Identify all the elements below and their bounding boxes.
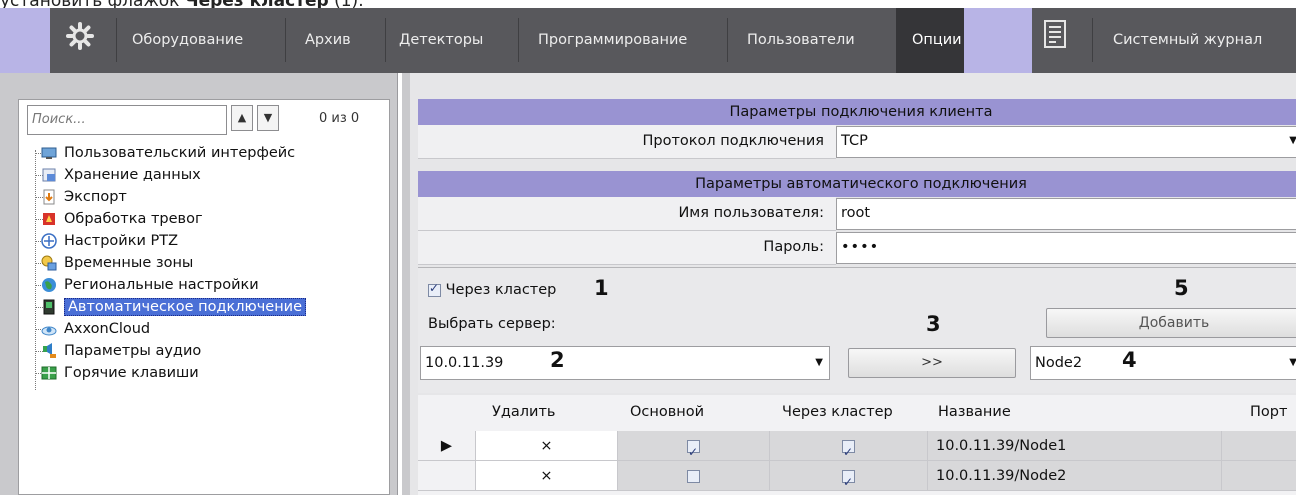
main-checkbox-cell[interactable] (618, 461, 770, 491)
tree-item-regional-settings[interactable]: Региональные настройки (41, 274, 259, 296)
settings-panel: Параметры подключения клиента Протокол п… (402, 73, 1296, 495)
via-cluster-label: Через кластер (445, 282, 557, 298)
hotkeys-icon (41, 366, 57, 380)
port-cell[interactable] (1222, 461, 1296, 491)
col-header-via-cluster[interactable]: Через кластер (782, 395, 893, 429)
server-name-cell[interactable]: 10.0.11.39/Node1 (928, 431, 1222, 461)
cloud-icon (41, 326, 57, 336)
col-header-delete[interactable]: Удалить (492, 395, 555, 429)
cluster-section: Через кластер 1 Выбрать сервер: 3 5 Доба… (418, 267, 1296, 393)
tree-item-alarm-processing[interactable]: Обработка тревог (41, 208, 203, 230)
tree-item-audio-params[interactable]: Параметры аудио (41, 340, 201, 362)
protocol-select[interactable]: TCP ▼ (836, 126, 1296, 158)
via-cluster-checkbox-cell[interactable] (770, 431, 928, 467)
username-input[interactable]: root (836, 198, 1296, 230)
col-header-name[interactable]: Название (938, 395, 1011, 429)
delete-row-button[interactable]: × (476, 461, 618, 491)
chevron-down-icon: ▼ (1289, 357, 1296, 368)
auto-connect-icon (43, 299, 55, 315)
tree-item-user-interface[interactable]: Пользовательский интерфейс (41, 142, 295, 164)
storage-icon (42, 168, 56, 182)
callout-4: 4 (1122, 348, 1137, 372)
export-icon (43, 189, 55, 205)
callout-1: 1 (594, 276, 609, 300)
options-tree-panel: Поиск... ▲ ▼ 0 из 0 Пользовательский инт… (0, 73, 398, 495)
move-server-button[interactable]: >> (848, 348, 1016, 378)
monitor-icon (41, 147, 57, 159)
node-select[interactable]: Node2 ▼ (1030, 346, 1296, 380)
chevron-down-icon: ▼ (815, 357, 823, 368)
row-indicator (418, 461, 476, 491)
server-select[interactable]: 10.0.11.39 ▼ (420, 346, 830, 380)
menu-item-options[interactable]: Опции (912, 32, 962, 48)
menu-item-users[interactable]: Пользователи (747, 32, 855, 48)
row-indicator-icon: ▶ (418, 431, 476, 461)
gear-icon[interactable] (66, 22, 94, 50)
add-button[interactable]: Добавить (1046, 308, 1296, 338)
tree-item-auto-connect[interactable]: Автоматическое подключение (41, 296, 307, 318)
via-cluster-checkbox[interactable]: Через кластер (428, 281, 557, 298)
alarm-icon (43, 213, 55, 225)
server-name-cell[interactable]: 10.0.11.39/Node2 (928, 461, 1222, 491)
password-label: Пароль: (763, 239, 824, 255)
options-tree-container: Поиск... ▲ ▼ 0 из 0 Пользовательский инт… (18, 99, 390, 495)
tree-item-time-zones[interactable]: Временные зоны (41, 252, 193, 274)
menu-item-system-log[interactable]: Системный журнал (1113, 32, 1262, 48)
search-prev-button[interactable]: ▲ (231, 105, 253, 131)
tree-item-ptz-settings[interactable]: Настройки PTZ (41, 230, 178, 252)
search-next-button[interactable]: ▼ (257, 105, 279, 131)
client-params-header: Параметры подключения клиента (418, 99, 1296, 125)
delete-row-button[interactable]: × (476, 431, 618, 461)
chevron-down-icon: ▼ (1289, 135, 1296, 146)
tree-item-hotkeys[interactable]: Горячие клавиши (41, 362, 199, 384)
via-cluster-check[interactable] (428, 281, 441, 297)
menu-item-equipment[interactable]: Оборудование (132, 32, 243, 48)
auto-connect-header: Параметры автоматического подключения (418, 171, 1296, 197)
tree-item-export[interactable]: Экспорт (41, 186, 127, 208)
journal-icon[interactable] (1044, 20, 1066, 48)
tree-item-axxoncloud[interactable]: AxxonCloud (41, 318, 150, 340)
globe-icon (42, 278, 56, 292)
audio-icon (43, 343, 56, 358)
main-menubar: Оборудование Архив Детекторы Программиро… (0, 8, 1296, 73)
search-input[interactable]: Поиск... (27, 105, 227, 135)
col-header-main[interactable]: Основной (630, 395, 704, 429)
select-server-label: Выбрать сервер: (428, 316, 556, 332)
password-input[interactable]: •••• (836, 232, 1296, 264)
username-label: Имя пользователя: (678, 205, 824, 221)
ptz-icon (41, 233, 57, 249)
time-zones-icon (41, 255, 57, 271)
menu-item-programming[interactable]: Программирование (538, 32, 687, 48)
menu-item-detectors[interactable]: Детекторы (399, 32, 483, 48)
callout-2: 2 (550, 348, 565, 372)
callout-5: 5 (1174, 276, 1189, 300)
callout-3: 3 (926, 312, 941, 336)
search-result-count: 0 из 0 (319, 111, 360, 126)
protocol-label: Протокол подключения (642, 133, 824, 149)
port-cell[interactable] (1222, 431, 1296, 461)
col-header-port[interactable]: Порт (1250, 395, 1287, 429)
tree-item-storage[interactable]: Хранение данных (41, 164, 201, 186)
menu-item-archive[interactable]: Архив (305, 32, 351, 48)
main-checkbox-cell[interactable] (618, 431, 770, 467)
via-cluster-checkbox-cell[interactable] (770, 461, 928, 495)
servers-table: Удалить Основной Через кластер Название … (418, 395, 1296, 495)
